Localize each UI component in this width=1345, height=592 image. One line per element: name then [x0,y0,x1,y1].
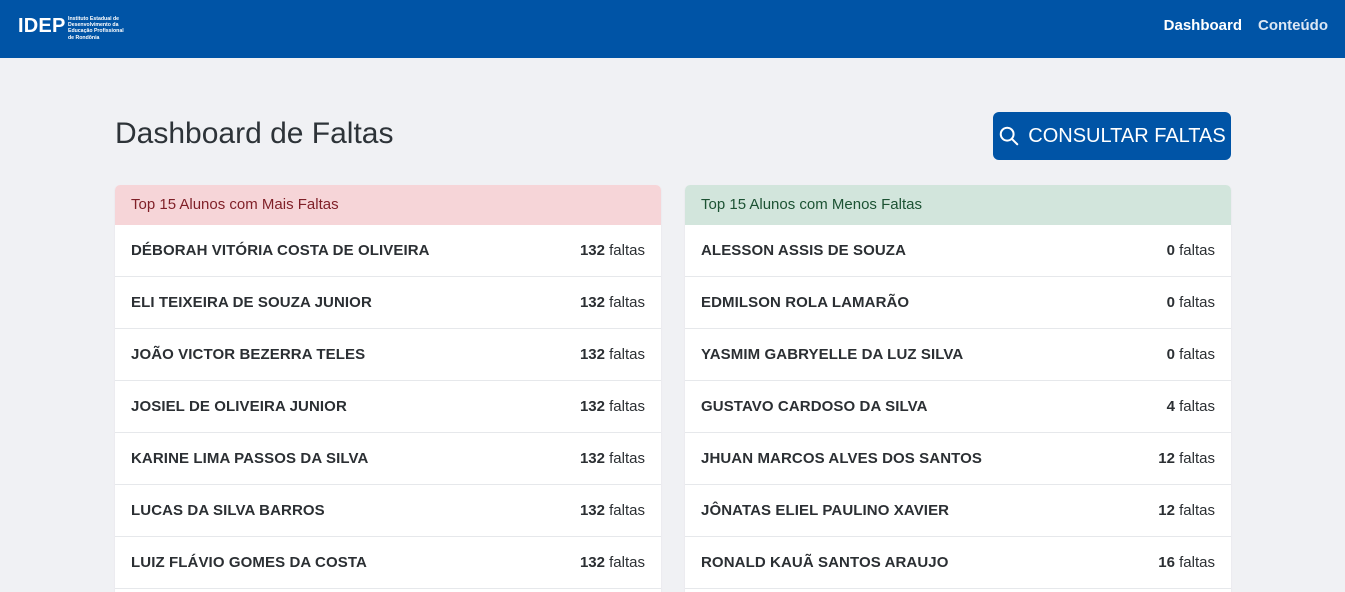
absence-count: 132 faltas [580,450,645,467]
absence-count-value: 0 [1166,294,1175,311]
absence-count-value: 132 [579,242,605,259]
student-name: RONALD KAUÃ SANTOS ARAUJO [701,554,949,571]
absence-count: 12 faltas [1158,450,1215,467]
most-absences-card: Top 15 Alunos com Mais Faltas DÉBORAH VI… [115,185,661,592]
absence-count: 132 faltas [580,398,645,415]
student-row: EDMILSON ROLA LAMARÃO 0 faltas [685,277,1231,329]
absence-count: 132 faltas [580,502,645,519]
student-row: JÔNATAS ELIEL PAULINO XAVIER 12 faltas [685,485,1231,537]
page-title: Dashboard de Faltas [115,117,394,150]
absence-count-value: 12 [1158,450,1175,467]
least-absences-card: Top 15 Alunos com Menos Faltas ALESSON A… [685,185,1231,592]
absence-count: 16 faltas [1158,554,1215,571]
student-name: GUSTAVO CARDOSO DA SILVA [701,398,928,415]
absence-count-unit: faltas [609,294,645,311]
student-row: LUIZ FLÁVIO GOMES DA COSTA 132 faltas [115,537,661,589]
absence-count-unit: faltas [609,554,645,571]
absence-count-unit: faltas [609,398,645,415]
student-name: JÔNATAS ELIEL PAULINO XAVIER [701,502,950,519]
student-row: KARINE LIMA PASSOS DA SILVA 132 faltas [115,433,661,485]
consult-absences-button[interactable]: CONSULTAR FALTAS [993,112,1231,160]
absence-count-unit: faltas [609,450,645,467]
student-row: LUCAS DA SILVA BARROS 132 faltas [115,485,661,537]
absence-count-unit: faltas [1179,346,1215,363]
student-row: DÉBORAH VITÓRIA COSTA DE OLIVEIRA 132 fal… [115,225,661,277]
student-row: ELI TEIXEIRA DE SOUZA JUNIOR 132 faltas [115,277,661,329]
absence-count-unit: faltas [609,502,645,519]
absence-count-value: 132 [579,294,605,311]
absence-count: 4 faltas [1167,398,1215,415]
absence-count-value: 0 [1166,242,1175,259]
most-absences-list: DÉBORAH VITÓRIA COSTA DE OLIVEIRA 132 fal… [115,225,661,589]
most-absences-header: Top 15 Alunos com Mais Faltas [115,185,661,225]
student-row: GUSTAVO CARDOSO DA SILVA 4 faltas [685,381,1231,433]
absence-count-value: 12 [1158,502,1175,519]
absence-count: 0 faltas [1167,346,1215,363]
absence-count-value: 132 [579,554,605,571]
student-name: YASMIM GABRYELLE DA LUZ SILVA [701,346,964,363]
absence-count-unit: faltas [1179,398,1215,415]
least-absences-list: ALESSON ASSIS DE SOUZA 0 faltas EDMILSON R… [685,225,1231,589]
absence-count-value: 132 [579,398,605,415]
absence-count-value: 132 [579,450,605,467]
student-name: JOSIEL DE OLIVEIRA JUNIOR [131,398,347,415]
main-nav: Dashboard Conteúdo [1164,16,1328,36]
absence-count-unit: faltas [1179,450,1215,467]
absence-count-value: 132 [579,346,605,363]
absence-count: 132 faltas [580,346,645,363]
absence-count-unit: faltas [1179,294,1215,311]
student-row: JOÃO VICTOR BEZERRA TELES 132 faltas [115,329,661,381]
absence-count-value: 0 [1166,346,1175,363]
student-name: KARINE LIMA PASSOS DA SILVA [131,450,369,467]
absence-count-value: 132 [579,502,605,519]
absence-count: 132 faltas [580,294,645,311]
student-row: JHUAN MARCOS ALVES DOS SANTOS 12 faltas [685,433,1231,485]
absence-count: 132 faltas [580,242,645,259]
student-name: DÉBORAH VITÓRIA COSTA DE OLIVEIRA [131,242,430,259]
absence-count-unit: faltas [1179,242,1215,259]
logo-text: IDEP [18,15,66,37]
student-row: RONALD KAUÃ SANTOS ARAUJO 16 faltas [685,537,1231,589]
student-name: JHUAN MARCOS ALVES DOS SANTOS [701,450,982,467]
logo-subtitle: Instituto Estadual de Desenvolvimento da… [68,16,124,41]
absence-count-unit: faltas [1179,502,1215,519]
student-name: ELI TEIXEIRA DE SOUZA JUNIOR [131,294,372,311]
absence-count: 0 faltas [1167,242,1215,259]
absence-count: 12 faltas [1158,502,1215,519]
student-name: JOÃO VICTOR BEZERRA TELES [131,346,366,363]
student-row: JOSIEL DE OLIVEIRA JUNIOR 132 faltas [115,381,661,433]
nav-conteudo-link[interactable]: Conteúdo [1258,16,1328,36]
least-absences-header: Top 15 Alunos com Menos Faltas [685,185,1231,225]
absence-count-unit: faltas [609,242,645,259]
student-name: EDMILSON ROLA LAMARÃO [701,294,910,311]
absence-count-value: 4 [1166,398,1175,415]
search-icon [1000,126,1019,146]
absence-count: 132 faltas [580,554,645,571]
student-name: LUCAS DA SILVA BARROS [131,502,325,519]
absence-count-unit: faltas [609,346,645,363]
student-name: LUIZ FLÁVIO GOMES DA COSTA [131,554,367,571]
absence-count-value: 16 [1158,554,1175,571]
student-row: ALESSON ASSIS DE SOUZA 0 faltas [685,225,1231,277]
absence-count: 0 faltas [1167,294,1215,311]
consult-absences-label: CONSULTAR FALTAS [1028,124,1226,147]
nav-dashboard-link[interactable]: Dashboard [1164,16,1242,36]
student-name: ALESSON ASSIS DE SOUZA [701,242,907,259]
absence-count-unit: faltas [1179,554,1215,571]
student-row: YASMIM GABRYELLE DA LUZ SILVA 0 faltas [685,329,1231,381]
top-navbar: IDEP Instituto Estadual de Desenvolvimen… [0,0,1345,58]
